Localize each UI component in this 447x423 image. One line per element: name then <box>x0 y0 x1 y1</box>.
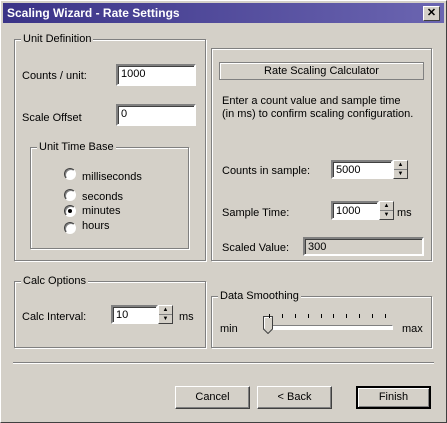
radio-seconds-label[interactable]: seconds <box>82 190 123 204</box>
calculator-description: Enter a count value and sample time (in … <box>222 95 414 120</box>
slider-tick <box>372 314 374 318</box>
spin-down-icon[interactable]: ▼ <box>159 315 172 323</box>
counts-in-sample-field[interactable]: 5000 <box>331 160 393 179</box>
dialog-window: Scaling Wizard - Rate Settings ✕ Unit De… <box>0 0 447 423</box>
data-smoothing-label: Data Smoothing <box>218 289 301 303</box>
calculator-title: Rate Scaling Calculator <box>219 62 424 80</box>
slider-tick <box>346 314 348 318</box>
window-title: Scaling Wizard - Rate Settings <box>7 6 180 20</box>
bottom-separator <box>13 362 434 364</box>
smoothing-max-label: max <box>402 323 423 335</box>
scaled-value-field: 300 <box>303 237 424 256</box>
sample-time-unit: ms <box>397 207 412 219</box>
radio-hours[interactable] <box>64 222 76 234</box>
scale-offset-field[interactable]: 0 <box>116 104 196 126</box>
radio-milliseconds-label[interactable]: milliseconds <box>82 170 142 184</box>
scale-offset-label: Scale Offset <box>22 112 82 124</box>
slider-tick <box>320 314 322 318</box>
close-button[interactable]: ✕ <box>423 6 440 21</box>
calc-interval-field[interactable]: 10 <box>111 305 158 324</box>
slider-tick <box>294 314 296 318</box>
smoothing-slider-track[interactable] <box>263 325 393 330</box>
radio-hours-label[interactable]: hours <box>82 219 110 233</box>
spin-up-icon[interactable]: ▲ <box>394 161 407 170</box>
calc-interval-spinner[interactable]: ▲ ▼ <box>158 305 173 324</box>
radio-minutes[interactable] <box>64 205 76 217</box>
spin-up-icon[interactable]: ▲ <box>380 202 393 211</box>
slider-tick <box>385 314 386 318</box>
calc-options-label: Calc Options <box>21 274 88 288</box>
back-button[interactable]: < Back <box>257 386 332 409</box>
counts-in-sample-spinner[interactable]: ▲ ▼ <box>393 160 408 179</box>
scaled-value-label: Scaled Value: <box>222 242 290 254</box>
calc-interval-unit: ms <box>179 311 194 323</box>
spin-up-icon[interactable]: ▲ <box>159 306 172 315</box>
finish-button[interactable]: Finish <box>356 386 431 409</box>
sample-time-spinner[interactable]: ▲ ▼ <box>379 201 394 220</box>
counts-per-unit-label: Counts / unit: <box>22 70 87 82</box>
slider-tick <box>333 314 335 318</box>
title-bar[interactable]: Scaling Wizard - Rate Settings ✕ <box>3 3 444 23</box>
unit-time-base-label: Unit Time Base <box>37 140 116 154</box>
slider-tick <box>307 314 309 318</box>
radio-milliseconds[interactable] <box>64 168 76 180</box>
cancel-button[interactable]: Cancel <box>175 386 250 409</box>
spin-down-icon[interactable]: ▼ <box>380 211 393 219</box>
data-smoothing-group: Data Smoothing <box>211 289 432 348</box>
radio-seconds[interactable] <box>64 189 76 201</box>
smoothing-min-label: min <box>220 323 238 335</box>
slider-tick <box>281 314 283 318</box>
spin-down-icon[interactable]: ▼ <box>394 170 407 178</box>
radio-minutes-label[interactable]: minutes <box>82 204 121 218</box>
sample-time-label: Sample Time: <box>222 207 290 219</box>
slider-tick <box>359 314 361 318</box>
slider-tick <box>269 314 270 318</box>
unit-definition-label: Unit Definition <box>21 32 94 46</box>
counts-in-sample-label: Counts in sample: <box>222 165 311 177</box>
calc-interval-label: Calc Interval: <box>22 311 87 323</box>
sample-time-field[interactable]: 1000 <box>331 201 379 220</box>
counts-per-unit-field[interactable]: 1000 <box>116 64 196 86</box>
smoothing-slider-thumb[interactable] <box>263 316 273 334</box>
